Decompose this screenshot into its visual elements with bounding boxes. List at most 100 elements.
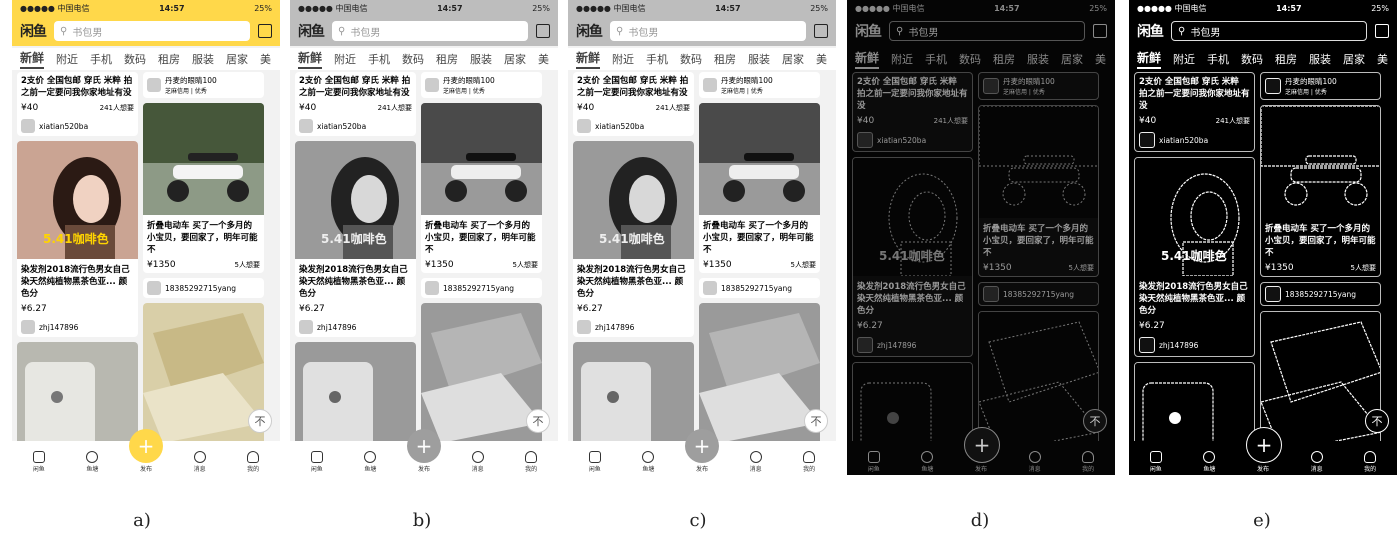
feed-card[interactable]: 2支价 全国包邮 穿氏 米粹 拍之前一定要问我你家地址有没 ¥40 241人想要…	[852, 72, 973, 152]
tab-clothes[interactable]: 服装	[1027, 51, 1049, 67]
back-to-top-button[interactable]: 不	[1083, 409, 1107, 433]
tab-rent[interactable]: 租房	[436, 51, 458, 67]
scan-icon[interactable]	[814, 24, 828, 38]
feed-card[interactable]: 5.41咖啡色 染发剂2018流行色男女自己染天然纯植物黑茶色亚... 颜色分 …	[573, 141, 694, 337]
tabbar-pond[interactable]: 鱼塘	[350, 451, 390, 473]
search-input[interactable]: ⚲ 书包男	[54, 21, 250, 41]
search-input[interactable]: ⚲ 书包男	[889, 21, 1085, 41]
tab-beauty[interactable]: 美	[260, 51, 271, 67]
feed-card[interactable]	[17, 342, 138, 454]
tab-home[interactable]: 居家	[782, 51, 804, 67]
feed-card[interactable]: 5.41咖啡色 染发剂2018流行色男女自己染天然纯植物黑茶色亚... 颜色分 …	[295, 141, 416, 337]
feed-card[interactable]: 2支价 全国包邮 穿氏 米粹 拍之前一定要问我你家地址有没 ¥40 241人想要…	[573, 72, 694, 136]
tabbar-pond[interactable]: 鱼塘	[628, 451, 668, 473]
feed-card[interactable]: 2支价 全国包邮 穿氏 米粹 拍之前一定要问我你家地址有没 ¥40 241人想要…	[1134, 72, 1255, 152]
publish-button[interactable]: +	[1246, 427, 1282, 463]
feed-card[interactable]: 折叠电动车 买了一个多月的小宝贝，要回家了，明年可能不 ¥1350 5人想要	[421, 103, 542, 273]
feed-card[interactable]: 丹麦的眼睛100 芝麻信用 | 优秀	[978, 72, 1099, 100]
tabbar-messages[interactable]: 消息	[458, 451, 498, 473]
feed-card[interactable]: 18385292715yang	[421, 278, 542, 298]
feed-card[interactable]: 18385292715yang	[1260, 282, 1381, 306]
tabbar-home[interactable]: 闲鱼	[297, 451, 337, 473]
feed-card[interactable]	[699, 303, 820, 445]
scan-icon[interactable]	[1375, 24, 1389, 38]
tabbar-pond[interactable]: 鱼塘	[907, 451, 947, 473]
feed-card[interactable]: 2支价 全国包邮 穿氏 米粹 拍之前一定要问我你家地址有没 ¥40 241人想要…	[295, 72, 416, 136]
feed-card[interactable]: 丹麦的眼睛100 芝麻信用 | 优秀	[699, 72, 820, 98]
tab-clothes[interactable]: 服装	[1309, 51, 1331, 67]
tab-digital[interactable]: 数码	[959, 51, 981, 67]
tabbar-me[interactable]: 我的	[233, 451, 273, 473]
tab-rent[interactable]: 租房	[158, 51, 180, 67]
tabbar-me[interactable]: 我的	[1068, 451, 1108, 473]
publish-button[interactable]: +	[407, 429, 441, 463]
feed-card[interactable]: 2支价 全国包邮 穿氏 米粹 拍之前一定要问我你家地址有没 ¥40 241人想要…	[17, 72, 138, 136]
tab-clothes[interactable]: 服装	[192, 51, 214, 67]
search-input[interactable]: ⚲ 书包男	[332, 21, 528, 41]
feed-card[interactable]: 18385292715yang	[143, 278, 264, 298]
search-input[interactable]: ⚲ 书包男	[1171, 21, 1367, 41]
tab-clothes[interactable]: 服装	[748, 51, 770, 67]
back-to-top-button[interactable]: 不	[248, 409, 272, 433]
tabbar-messages[interactable]: 消息	[1015, 451, 1055, 473]
publish-button[interactable]: +	[964, 427, 1000, 463]
tab-fresh[interactable]: 新鲜	[855, 49, 880, 69]
tab-beauty[interactable]: 美	[1095, 51, 1106, 67]
tabbar-me[interactable]: 我的	[789, 451, 829, 473]
feed-card[interactable]	[143, 303, 264, 445]
search-input[interactable]: ⚲ 书包男	[610, 21, 806, 41]
tabbar-pond[interactable]: 鱼塘	[1189, 451, 1229, 473]
tab-nearby[interactable]: 附近	[612, 51, 634, 67]
back-to-top-button[interactable]: 不	[804, 409, 828, 433]
tabbar-messages[interactable]: 消息	[180, 451, 220, 473]
feed-card[interactable]: 折叠电动车 买了一个多月的小宝贝，要回家了，明年可能不 ¥1350 5人想要	[143, 103, 264, 273]
feed-card[interactable]: 18385292715yang	[699, 278, 820, 298]
tab-beauty[interactable]: 美	[538, 51, 549, 67]
tab-rent[interactable]: 租房	[714, 51, 736, 67]
publish-button[interactable]: +	[685, 429, 719, 463]
scan-icon[interactable]	[536, 24, 550, 38]
tab-nearby[interactable]: 附近	[891, 51, 913, 67]
tab-digital[interactable]: 数码	[124, 51, 146, 67]
tab-rent[interactable]: 租房	[993, 51, 1015, 67]
tabbar-me[interactable]: 我的	[1350, 451, 1390, 473]
tab-fresh[interactable]: 新鲜	[298, 49, 323, 69]
tabbar-messages[interactable]: 消息	[736, 451, 776, 473]
tab-phone[interactable]: 手机	[925, 51, 947, 67]
tab-digital[interactable]: 数码	[1241, 51, 1263, 67]
feed-card[interactable]: 丹麦的眼睛100 芝麻信用 | 优秀	[421, 72, 542, 98]
tab-beauty[interactable]: 美	[1377, 51, 1388, 67]
tab-fresh[interactable]: 新鲜	[1137, 49, 1162, 69]
tab-home[interactable]: 居家	[1061, 51, 1083, 67]
tab-home[interactable]: 居家	[1343, 51, 1365, 67]
publish-button[interactable]: +	[129, 429, 163, 463]
feed-card[interactable]: 折叠电动车 买了一个多月的小宝贝，要回家了，明年可能不 ¥1350 5人想要	[699, 103, 820, 273]
tabbar-home[interactable]: 闲鱼	[1136, 451, 1176, 473]
tab-phone[interactable]: 手机	[646, 51, 668, 67]
feed-card[interactable]	[421, 303, 542, 445]
tab-nearby[interactable]: 附近	[56, 51, 78, 67]
scan-icon[interactable]	[1093, 24, 1107, 38]
feed-card[interactable]	[295, 342, 416, 454]
back-to-top-button[interactable]: 不	[526, 409, 550, 433]
tabbar-home[interactable]: 闲鱼	[19, 451, 59, 473]
tabbar-pond[interactable]: 鱼塘	[72, 451, 112, 473]
tab-phone[interactable]: 手机	[90, 51, 112, 67]
feed-card[interactable]: 5.41咖啡色 染发剂2018流行色男女自己染天然纯植物黑茶色亚... 颜色分 …	[852, 157, 973, 357]
tabbar-home[interactable]: 闲鱼	[854, 451, 894, 473]
feed-card[interactable]: 18385292715yang	[978, 282, 1099, 306]
feed-card[interactable]: 丹麦的眼睛100 芝麻信用 | 优秀	[143, 72, 264, 98]
tab-clothes[interactable]: 服装	[470, 51, 492, 67]
feed-card[interactable]	[573, 342, 694, 454]
feed-card[interactable]: 5.41咖啡色 染发剂2018流行色男女自己染天然纯植物黑茶色亚... 颜色分 …	[17, 141, 138, 337]
tab-digital[interactable]: 数码	[680, 51, 702, 67]
tab-nearby[interactable]: 附近	[1173, 51, 1195, 67]
tab-phone[interactable]: 手机	[368, 51, 390, 67]
tab-rent[interactable]: 租房	[1275, 51, 1297, 67]
tab-home[interactable]: 居家	[226, 51, 248, 67]
back-to-top-button[interactable]: 不	[1365, 409, 1389, 433]
tab-nearby[interactable]: 附近	[334, 51, 356, 67]
tab-phone[interactable]: 手机	[1207, 51, 1229, 67]
tab-fresh[interactable]: 新鲜	[576, 49, 601, 69]
tab-beauty[interactable]: 美	[816, 51, 827, 67]
